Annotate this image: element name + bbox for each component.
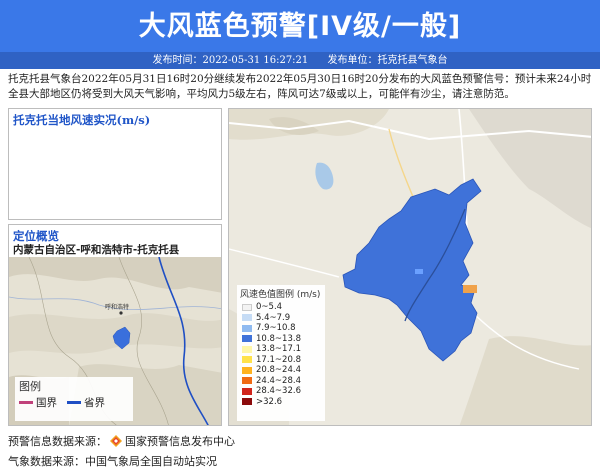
road-shield-marker <box>463 285 477 293</box>
wind-legend-row: 20.8~24.4 <box>237 365 325 376</box>
header-banner: 大风蓝色预警[IV级/一般] <box>0 0 600 52</box>
wind-range-label: 0~5.4 <box>256 302 283 313</box>
overview-legend-title: 图例 <box>19 380 41 393</box>
wind-range-label: 5.4~7.9 <box>256 312 291 323</box>
wind-legend-row: 17.1~20.8 <box>237 355 325 366</box>
wind-legend-row: 7.9~10.8 <box>237 323 325 334</box>
province-border-swatch <box>67 401 81 404</box>
wind-swatch <box>242 398 252 406</box>
wind-swatch <box>242 345 252 353</box>
wind-range-label: >32.6 <box>256 396 283 407</box>
warning-description: 托克托县气象台2022年05月31日16时20分继续发布2022年05月30日1… <box>8 73 592 100</box>
wind-legend-row: 0~5.4 <box>237 302 325 313</box>
publisher: 发布单位：托克托县气象台 <box>327 55 448 66</box>
weather-data-source: 气象数据来源：中国气象局全国自动站实况 <box>8 455 217 468</box>
wind-speed-legend: 风速色值图例 (m/s) 0~5.4 5.4~7.9 7.9~10.8 10.8… <box>237 285 325 421</box>
wind-swatch <box>242 314 252 322</box>
wind-panel-title: 托克托当地风速实况(m/s) <box>13 113 151 127</box>
wind-range-label: 20.8~24.4 <box>256 365 301 376</box>
warning-source-link[interactable]: 国家预警信息发布中心 <box>125 433 235 449</box>
publish-info-bar: 发布时间：2022-05-31 16:27:21 发布单位：托克托县气象台 <box>0 52 600 69</box>
wind-legend-row: 10.8~13.8 <box>237 334 325 345</box>
wind-legend-title: 风速色值图例 (m/s) <box>240 290 321 300</box>
road-number-marker <box>415 269 423 274</box>
wind-legend-row: 28.4~32.6 <box>237 386 325 397</box>
wind-range-label: 24.4~28.4 <box>256 375 301 386</box>
wind-legend-row: 24.4~28.4 <box>237 376 325 387</box>
page-title: 大风蓝色预警[IV级/一般] <box>138 11 462 42</box>
national-border-swatch <box>19 401 33 404</box>
release-center-logo-icon <box>110 435 122 447</box>
wind-speed-panel: 托克托当地风速实况(m/s) <box>8 108 222 220</box>
wind-legend-row: >32.6 <box>237 397 325 408</box>
wind-swatch <box>242 335 252 343</box>
wind-range-label: 13.8~17.1 <box>256 344 301 355</box>
wind-swatch <box>242 366 252 374</box>
wind-swatch <box>242 303 252 311</box>
legend-item-national-border: 国界 <box>19 395 57 410</box>
wind-swatch <box>242 356 252 364</box>
wind-range-label: 28.4~32.6 <box>256 386 301 397</box>
national-border-label: 国界 <box>36 397 57 409</box>
wind-swatch <box>242 387 252 395</box>
warning-source-line: 预警信息数据来源： 国家预警信息发布中心 <box>8 433 235 449</box>
wind-swatch <box>242 377 252 385</box>
legend-item-province-border: 省界 <box>67 395 105 410</box>
overview-legend: 图例 国界 省界 <box>15 377 133 421</box>
location-path: 内蒙古自治区-呼和浩特市-托克托县 <box>13 244 180 256</box>
publish-time: 发布时间：2022-05-31 16:27:21 <box>152 55 309 66</box>
wind-range-label: 10.8~13.8 <box>256 333 301 344</box>
province-border-label: 省界 <box>84 397 105 409</box>
county-map-panel: 风速色值图例 (m/s) 0~5.4 5.4~7.9 7.9~10.8 10.8… <box>228 108 592 426</box>
wind-legend-row: 13.8~17.1 <box>237 344 325 355</box>
wind-legend-row: 5.4~7.9 <box>237 313 325 324</box>
wind-range-label: 7.9~10.8 <box>256 323 296 334</box>
warning-source-label: 预警信息数据来源： <box>8 435 107 448</box>
wind-range-label: 17.1~20.8 <box>256 354 301 365</box>
hohhot-map-label: 呼和浩特 <box>105 303 129 311</box>
wind-swatch <box>242 324 252 332</box>
location-overview-panel: 定位概览 内蒙古自治区-呼和浩特市-托克托县 呼和浩特 图例 国界 省界 <box>8 224 222 426</box>
